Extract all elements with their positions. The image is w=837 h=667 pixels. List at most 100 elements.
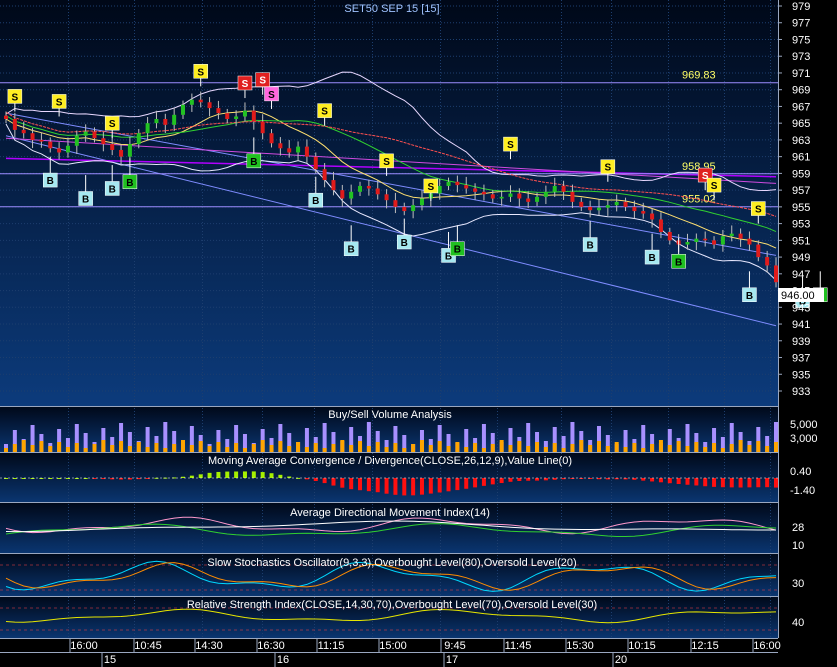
volume-bar-sell xyxy=(517,441,522,452)
candle-body xyxy=(12,118,17,130)
macd-histogram-bar xyxy=(455,478,460,491)
macd-histogram-bar xyxy=(402,478,407,496)
macd-histogram-bar xyxy=(234,471,239,478)
volume-bar-sell xyxy=(375,442,380,452)
volume-bar-sell xyxy=(48,446,53,452)
macd-histogram-bar xyxy=(481,478,486,486)
volume-bar-sell xyxy=(720,448,725,452)
time-tick-label: 15:30 xyxy=(566,640,594,652)
candle-body xyxy=(561,185,566,192)
volume-bar-sell xyxy=(198,441,203,452)
candle-body xyxy=(455,181,460,186)
candle-body xyxy=(92,131,97,139)
volume-bar-sell xyxy=(437,441,442,452)
buy-signal-letter: B xyxy=(648,253,655,264)
candle-body xyxy=(712,240,717,245)
macd-histogram-bar xyxy=(543,478,548,481)
volume-bar-sell xyxy=(340,440,345,452)
volume-bar-sell xyxy=(366,446,371,452)
candle-body xyxy=(101,138,106,145)
macd-histogram-bar xyxy=(322,478,327,484)
adx-tick-label: 10 xyxy=(792,540,804,552)
candle-body xyxy=(614,201,619,206)
candle-body xyxy=(225,113,230,119)
volume-bar-sell xyxy=(738,440,743,452)
candle-body xyxy=(110,144,115,150)
time-tick-label: 15:00 xyxy=(379,640,407,652)
macd-histogram-bar xyxy=(419,478,424,495)
macd-histogram-bar xyxy=(349,478,354,490)
buy-signal-letter: B xyxy=(675,257,682,268)
candle-body xyxy=(83,131,88,136)
candle-body xyxy=(517,193,522,199)
candle-body xyxy=(74,135,79,146)
volume-bar-sell xyxy=(216,442,221,452)
volume-bar-buy xyxy=(163,422,168,452)
volume-bar-sell xyxy=(455,442,460,452)
volume-bar-sell xyxy=(57,442,62,452)
volume-bar-sell xyxy=(641,448,646,452)
price-tick-label: 975 xyxy=(792,34,810,46)
volume-bar-sell xyxy=(119,441,124,452)
price-tick-label: 973 xyxy=(792,51,810,63)
candle-body xyxy=(765,257,770,266)
time-tick-label: 9:45 xyxy=(444,640,465,652)
macd-histogram-bar xyxy=(446,478,451,492)
time-tick-label: 16:00 xyxy=(753,640,781,652)
sell-signal-letter: S xyxy=(109,119,116,130)
candle-body xyxy=(543,191,548,197)
candle-body xyxy=(163,118,168,125)
price-tick-label: 943 xyxy=(792,302,810,314)
volume-tick-label: 3,000 xyxy=(790,433,818,445)
price-axis-bg xyxy=(778,0,837,667)
candle-body xyxy=(499,196,504,199)
candle-body xyxy=(278,143,283,149)
macd-histogram-bar xyxy=(411,478,416,496)
stock-chart[interactable]: 969.83958.95955.02 SSSSSSSSSSSSSSSSSBBBB… xyxy=(0,0,837,667)
price-tick-label: 963 xyxy=(792,135,810,147)
price-tick-label: 955 xyxy=(792,202,810,214)
price-tick-label: 979 xyxy=(792,1,810,13)
candle-body xyxy=(694,238,699,243)
volume-bar-sell xyxy=(136,442,141,452)
volume-bar-sell xyxy=(269,445,274,452)
time-tick-label: 11:15 xyxy=(318,640,345,652)
candle-body xyxy=(375,188,380,195)
candle-body xyxy=(48,141,53,149)
candle-body xyxy=(145,123,150,134)
macd-histogram-bar xyxy=(508,478,513,482)
volume-bar-sell xyxy=(588,445,593,452)
volume-bar-sell xyxy=(189,445,194,452)
macd-histogram-bar xyxy=(464,478,469,489)
volume-bar-sell xyxy=(234,443,239,452)
buy-signal-letter: B xyxy=(401,238,408,249)
time-tick-label: 10:45 xyxy=(134,640,162,652)
candle-body xyxy=(154,118,159,124)
volume-bar-sell xyxy=(508,445,513,452)
volume-bar-sell xyxy=(667,445,672,452)
candle-body xyxy=(588,206,593,211)
volume-bar-sell xyxy=(535,442,540,452)
volume-bar-sell xyxy=(623,447,628,452)
macd-histogram-bar xyxy=(225,471,230,478)
volume-bar-sell xyxy=(181,440,186,452)
volume-bar-sell xyxy=(473,443,478,452)
volume-bar-sell xyxy=(207,446,212,452)
candle-body xyxy=(181,104,186,115)
buy-signal-letter: B xyxy=(312,196,319,207)
price-tick-label: 965 xyxy=(792,118,810,130)
macd-histogram-bar xyxy=(260,472,265,478)
macd-histogram-bar xyxy=(269,473,274,478)
sell-signal-letter: S xyxy=(427,182,434,193)
macd-histogram-bar xyxy=(278,474,283,478)
price-tick-label: 957 xyxy=(792,185,810,197)
buy-signal-letter: B xyxy=(746,291,753,302)
time-tick-label: 14:30 xyxy=(195,640,223,652)
candle-body xyxy=(349,191,354,199)
volume-bar-sell xyxy=(4,448,8,452)
rsi-tick-label: 40 xyxy=(792,617,804,629)
volume-bar-sell xyxy=(526,446,531,452)
sell-signal-letter: S xyxy=(383,157,390,168)
chart-title: SET50 SEP 15 [15] xyxy=(344,3,439,15)
candle-body xyxy=(313,156,318,170)
